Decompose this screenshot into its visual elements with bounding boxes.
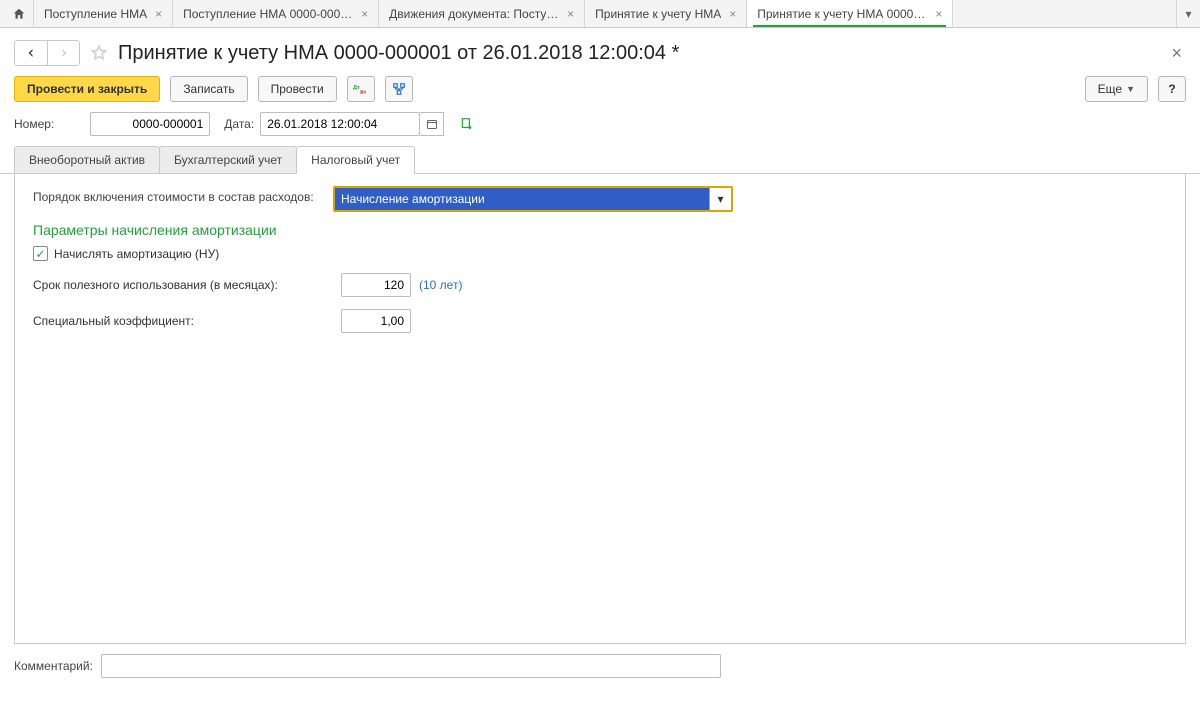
- footer: Комментарий:: [0, 644, 1200, 688]
- close-document-button[interactable]: ×: [1167, 43, 1186, 64]
- tab-item[interactable]: Движения документа: Поступление ... ×: [379, 0, 585, 27]
- document-header: Принятие к учету НМА 0000-000001 от 26.0…: [0, 28, 1200, 76]
- close-icon[interactable]: ×: [155, 8, 162, 20]
- amortize-checkbox[interactable]: ✓: [33, 246, 48, 261]
- tab-item[interactable]: Поступление НМА 0000-000001 от 2... ×: [173, 0, 379, 27]
- inner-tabs: Внеоборотный актив Бухгалтерский учет На…: [0, 146, 1200, 174]
- chevron-down-icon[interactable]: ▾: [709, 188, 731, 210]
- help-button[interactable]: ?: [1158, 76, 1186, 102]
- special-coefficient-label: Специальный коэффициент:: [33, 314, 333, 328]
- comment-input[interactable]: [101, 654, 721, 678]
- number-label: Номер:: [14, 117, 54, 131]
- date-label: Дата:: [224, 117, 254, 131]
- tab-label: Поступление НМА 0000-000001 от 2...: [183, 7, 353, 21]
- tab-item-active[interactable]: Принятие к учету НМА 0000-000001... ×: [747, 0, 953, 27]
- comment-label: Комментарий:: [14, 659, 93, 673]
- svg-text:Дт: Дт: [353, 85, 360, 91]
- tabs-overflow-button[interactable]: ▾: [1176, 0, 1200, 27]
- post-and-close-button[interactable]: Провести и закрыть: [14, 76, 160, 102]
- close-icon[interactable]: ×: [729, 8, 736, 20]
- cost-order-value: Начисление амортизации: [341, 192, 485, 206]
- special-coefficient-input[interactable]: [341, 309, 411, 333]
- useful-life-label: Срок полезного использования (в месяцах)…: [33, 278, 333, 292]
- favorite-button[interactable]: [90, 44, 108, 62]
- tab-label: Принятие к учету НМА: [595, 7, 721, 21]
- tab-label: Принятие к учету НМА 0000-000001...: [757, 7, 927, 21]
- cost-order-label: Порядок включения стоимости в состав рас…: [33, 186, 333, 204]
- date-input[interactable]: [260, 112, 420, 136]
- amortization-section-title: Параметры начисления амортизации: [33, 222, 1167, 238]
- arrow-left-icon: [25, 47, 37, 59]
- arrow-right-icon: [58, 47, 70, 59]
- amortize-checkbox-label: Начислять амортизацию (НУ): [54, 247, 219, 261]
- more-label: Еще: [1098, 82, 1122, 96]
- tab-item[interactable]: Принятие к учету НМА ×: [585, 0, 747, 27]
- home-button[interactable]: [4, 0, 34, 27]
- toolbar: Провести и закрыть Записать Провести Дт …: [0, 76, 1200, 112]
- nav-back-button[interactable]: [15, 41, 47, 65]
- svg-text:Кт: Кт: [360, 90, 366, 96]
- save-button[interactable]: Записать: [170, 76, 247, 102]
- dt-kt-icon: Дт Кт: [353, 82, 369, 96]
- cost-order-select[interactable]: Начисление амортизации ▾: [333, 186, 733, 212]
- calendar-icon: [426, 118, 438, 130]
- tab-asset[interactable]: Внеоборотный актив: [14, 146, 160, 173]
- tab-item[interactable]: Поступление НМА ×: [34, 0, 173, 27]
- nav-forward-button[interactable]: [47, 41, 79, 65]
- calendar-button[interactable]: [420, 112, 444, 136]
- tax-form-area: Порядок включения стоимости в состав рас…: [14, 174, 1186, 644]
- number-input[interactable]: [90, 112, 210, 136]
- tab-label: Поступление НМА: [44, 7, 147, 21]
- post-button[interactable]: Провести: [258, 76, 337, 102]
- register-entries-button[interactable]: Дт Кт: [347, 76, 375, 102]
- related-docs-button[interactable]: [385, 76, 413, 102]
- useful-life-hint: (10 лет): [419, 278, 462, 292]
- more-button[interactable]: Еще ▼: [1085, 76, 1148, 102]
- close-icon[interactable]: ×: [567, 8, 574, 20]
- header-fields: Номер: Дата:: [0, 112, 1200, 146]
- star-icon: [90, 44, 108, 62]
- tab-label: Движения документа: Поступление ...: [389, 7, 559, 21]
- home-icon: [12, 7, 26, 21]
- tab-tax[interactable]: Налоговый учет: [296, 146, 415, 173]
- useful-life-input[interactable]: [341, 273, 411, 297]
- close-icon[interactable]: ×: [935, 8, 942, 20]
- tab-accounting[interactable]: Бухгалтерский учет: [159, 146, 297, 173]
- chevron-down-icon: ▼: [1126, 84, 1135, 94]
- tree-icon: [392, 82, 406, 96]
- app-tabs-bar: Поступление НМА × Поступление НМА 0000-0…: [0, 0, 1200, 28]
- refresh-date-button[interactable]: [460, 117, 474, 131]
- document-arrow-icon: [460, 117, 474, 131]
- nav-back-forward: [14, 40, 80, 66]
- page-title: Принятие к учету НМА 0000-000001 от 26.0…: [118, 42, 1167, 65]
- close-icon[interactable]: ×: [361, 8, 368, 20]
